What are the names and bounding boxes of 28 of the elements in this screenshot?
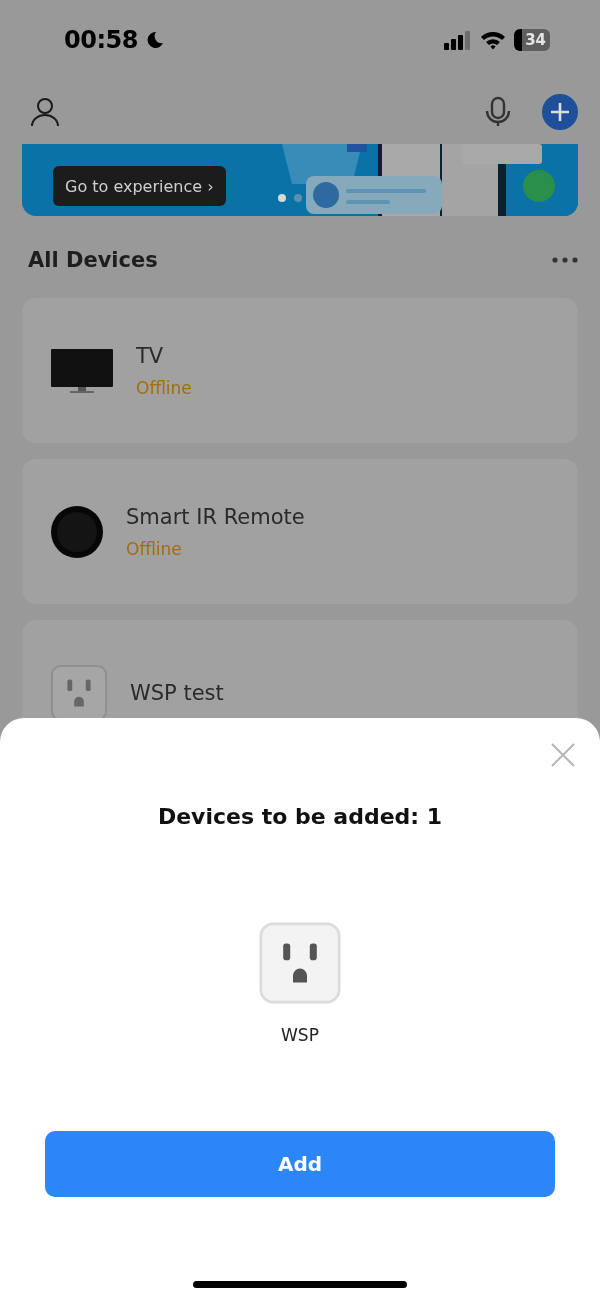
device-status: Offline (136, 377, 192, 398)
tv-icon (50, 346, 114, 395)
wifi-icon (480, 30, 507, 50)
device-name: TV (136, 343, 165, 368)
plus-icon (550, 102, 570, 122)
carousel-dot[interactable] (294, 194, 302, 202)
round-remote-icon (50, 504, 104, 559)
experience-button[interactable]: Go to experience › (53, 166, 226, 206)
outlet-icon (258, 921, 342, 1005)
add-device-button[interactable]: Add (45, 1131, 555, 1197)
sheet-title: Devices to be added: 1 (157, 804, 443, 829)
more-icon[interactable] (552, 257, 578, 263)
new-device-name: WSP (281, 1025, 319, 1045)
device-card[interactable]: Smart IR Remote Offline (22, 459, 578, 604)
status-time: 00:58 (64, 26, 138, 54)
device-name: WSP test (130, 680, 224, 705)
carousel-dot[interactable] (278, 194, 286, 202)
close-icon (550, 742, 576, 768)
add-button[interactable] (542, 94, 578, 130)
profile-icon[interactable] (30, 97, 60, 127)
device-name: Smart IR Remote (126, 504, 305, 529)
moon-icon (145, 31, 164, 49)
microphone-icon[interactable] (484, 96, 512, 128)
signal-icon (444, 30, 473, 50)
section-title: All Devices (28, 248, 158, 272)
battery-icon: 34 (514, 29, 550, 51)
device-card[interactable]: TV Offline (22, 298, 578, 443)
device-status: Offline (126, 538, 183, 559)
